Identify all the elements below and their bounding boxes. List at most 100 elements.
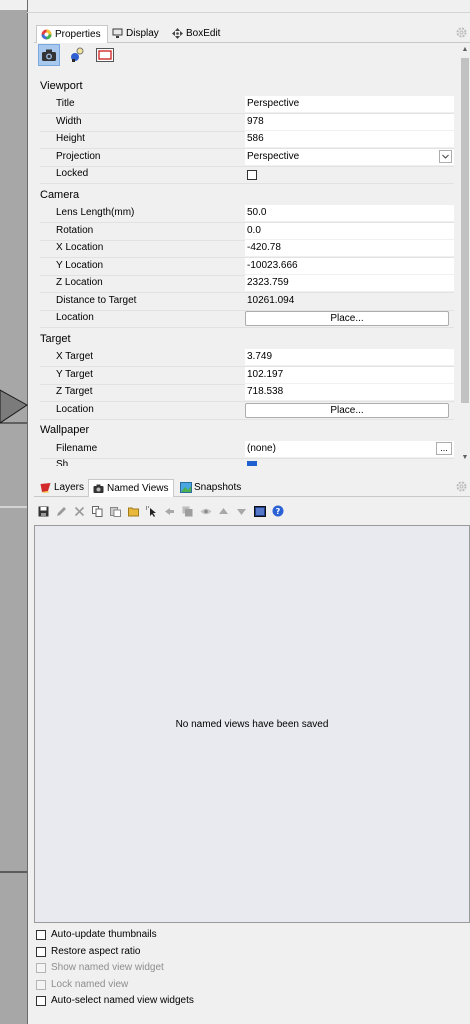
camera-location-label: Location	[56, 312, 94, 323]
z-target-field[interactable]: 718.538	[245, 384, 454, 400]
save-icon[interactable]	[36, 504, 51, 519]
dock-top-border	[27, 12, 470, 13]
distance-value: 10261.094	[247, 295, 295, 306]
x-target-field[interactable]: 3.749	[245, 349, 454, 365]
browse-button[interactable]: ...	[436, 442, 452, 455]
filename-field[interactable]: (none) ...	[245, 441, 454, 457]
row-filename: Filename (none) ...	[40, 441, 454, 459]
auto-select-widgets-checkbox[interactable]	[36, 995, 46, 1006]
show-label: Sh	[56, 459, 69, 466]
delete-icon[interactable]	[72, 504, 87, 519]
option-auto-select-widgets[interactable]: Auto-select named view widgets	[36, 993, 194, 1008]
lens-field[interactable]: 50.0	[245, 205, 454, 221]
projection-select[interactable]: Perspective	[245, 149, 454, 165]
x-location-field[interactable]: -420.78	[245, 240, 454, 256]
lock-named-view-label: Lock named view	[51, 979, 129, 990]
row-distance: Distance to Target 10261.094	[40, 293, 454, 311]
show-named-view-widget-checkbox	[36, 962, 46, 973]
back-icon[interactable]	[162, 504, 177, 519]
gear-icon[interactable]	[456, 27, 467, 38]
target-location-label: Location	[56, 404, 94, 415]
lock-named-view-checkbox	[36, 979, 46, 990]
camera-place-button[interactable]: Place...	[245, 311, 449, 326]
row-title: Title Perspective	[40, 96, 454, 114]
row-target-location: Location Place...	[40, 402, 454, 420]
edit-icon[interactable]	[54, 504, 69, 519]
z-location-label: Z Location	[56, 277, 103, 288]
lower-tabbar: Layers Named Views Snapshots	[34, 478, 470, 497]
y-target-field[interactable]: 102.197	[245, 367, 454, 383]
distance-label: Distance to Target	[56, 295, 137, 306]
scrollbar-thumb[interactable]	[461, 58, 469, 403]
auto-update-thumbnails-checkbox[interactable]	[36, 929, 46, 940]
row-width: Width 978	[40, 114, 454, 132]
tab-layers[interactable]: Layers	[36, 479, 86, 496]
title-field[interactable]: Perspective	[245, 96, 454, 112]
locked-checkbox[interactable]	[247, 170, 257, 180]
tab-display[interactable]: Display	[108, 25, 168, 42]
gear-icon[interactable]	[456, 481, 467, 492]
row-rotation: Rotation 0.0	[40, 223, 454, 241]
height-field[interactable]: 586	[245, 131, 454, 147]
properties-tabbar: Properties Display BoxEdit	[34, 24, 470, 43]
rotation-field[interactable]: 0.0	[245, 223, 454, 239]
open-folder-icon[interactable]	[126, 504, 141, 519]
perspective-viewport[interactable]	[0, 0, 28, 1024]
move-down-icon[interactable]	[234, 504, 249, 519]
projection-label: Projection	[56, 151, 101, 162]
layers-icon	[40, 482, 51, 493]
camera-icon[interactable]	[38, 44, 60, 66]
tab-named-views-label: Named Views	[107, 483, 169, 494]
auto-select-widgets-label: Auto-select named view widgets	[51, 995, 194, 1006]
chevron-down-icon[interactable]	[439, 150, 452, 163]
section-camera: Camera	[40, 189, 80, 201]
copy-icon[interactable]	[90, 504, 105, 519]
title-label: Title	[56, 98, 75, 109]
properties-scrollbar[interactable]: ▲ ▼	[459, 44, 470, 466]
eye-icon[interactable]	[198, 504, 213, 519]
filename-value: (none)	[247, 443, 276, 454]
option-auto-update-thumbnails[interactable]: Auto-update thumbnails	[36, 927, 157, 942]
row-x-location: X Location -420.78	[40, 240, 454, 258]
row-z-target: Z Target 718.538	[40, 384, 454, 402]
lens-label: Lens Length(mm)	[56, 207, 135, 218]
width-field[interactable]: 978	[245, 114, 454, 130]
rectangle-frame-icon[interactable]	[94, 44, 116, 66]
scroll-up-icon[interactable]: ▲	[461, 46, 469, 54]
select-icon[interactable]	[144, 504, 159, 519]
tab-boxedit[interactable]: BoxEdit	[168, 25, 230, 42]
tab-snapshots[interactable]: Snapshots	[176, 479, 246, 496]
z-location-field[interactable]: 2323.759	[245, 275, 454, 291]
viewport-geometry	[0, 389, 28, 873]
auto-update-thumbnails-label: Auto-update thumbnails	[51, 929, 157, 940]
x-location-label: X Location	[56, 242, 104, 253]
row-locked: Locked	[40, 166, 454, 184]
named-views-list[interactable]: No named views have been saved	[34, 525, 470, 923]
row-x-target: X Target 3.749	[40, 349, 454, 367]
row-projection: Projection Perspective	[40, 149, 454, 167]
properties-panel: Properties Display BoxEdit Viewport Titl…	[34, 24, 470, 466]
thumbnail-icon[interactable]	[252, 504, 267, 519]
width-label: Width	[56, 116, 82, 127]
tab-properties[interactable]: Properties	[36, 25, 108, 43]
move-arrows-icon	[172, 28, 183, 39]
option-restore-aspect-ratio[interactable]: Restore aspect ratio	[36, 944, 141, 959]
tab-snapshots-label: Snapshots	[194, 482, 242, 493]
move-up-icon[interactable]	[216, 504, 231, 519]
duplicate-icon[interactable]	[180, 504, 195, 519]
scroll-down-icon[interactable]: ▼	[461, 454, 469, 462]
filename-label: Filename	[56, 443, 98, 454]
section-target: Target	[40, 333, 71, 345]
projection-value: Perspective	[247, 151, 300, 162]
help-icon[interactable]: ?	[270, 504, 285, 519]
paste-icon[interactable]	[108, 504, 123, 519]
tab-named-views[interactable]: Named Views	[88, 479, 174, 497]
show-named-view-widget-label: Show named view widget	[51, 962, 164, 973]
y-location-field[interactable]: -10023.666	[245, 258, 454, 274]
light-icon[interactable]	[66, 44, 88, 66]
show-checkbox[interactable]	[247, 461, 257, 466]
y-location-label: Y Location	[56, 260, 104, 271]
target-place-button[interactable]: Place...	[245, 403, 449, 418]
row-y-target: Y Target 102.197	[40, 367, 454, 385]
restore-aspect-ratio-checkbox[interactable]	[36, 946, 46, 957]
